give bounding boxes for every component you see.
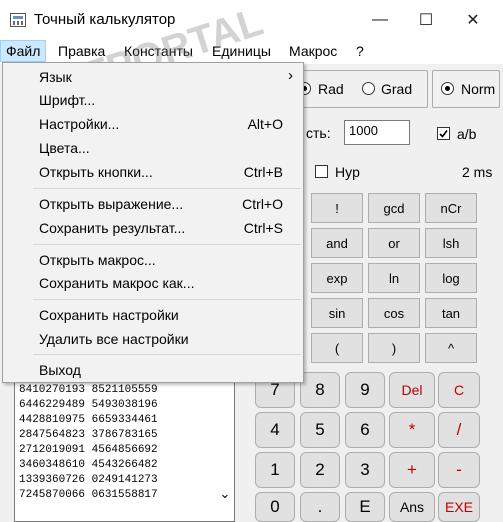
minimize-button[interactable]: — xyxy=(357,0,403,40)
result-line: 2712019091 4564856692 xyxy=(19,444,158,456)
file-menu-dropdown: Язык › Шрифт... Настройки... Alt+O Цвета… xyxy=(2,62,304,383)
menu-save-macro-as-label: Сохранить макрос как... xyxy=(39,275,195,291)
menu-separator xyxy=(33,354,301,355)
ans-button[interactable]: Ans xyxy=(389,492,435,522)
grad-radio[interactable] xyxy=(362,82,375,95)
result-line: 4428810975 6659334461 xyxy=(19,414,158,426)
gcd-button[interactable]: gcd xyxy=(368,193,420,223)
norm-label: Norm xyxy=(461,81,496,97)
menu-delete-all-settings-label: Удалить все настройки xyxy=(39,331,189,347)
power-button[interactable]: ^ xyxy=(425,333,477,363)
menu-delete-all-settings[interactable]: Удалить все настройки xyxy=(3,328,303,351)
menu-separator xyxy=(33,188,301,189)
menu-language-label: Язык xyxy=(39,69,72,85)
menu-separator xyxy=(33,299,301,300)
result-line: 7245870066 0631558817 xyxy=(19,489,158,501)
precision-label: сть: xyxy=(306,125,331,141)
key-9[interactable]: 9 xyxy=(345,372,385,408)
menu-macro[interactable]: Макрос xyxy=(284,40,342,62)
del-button[interactable]: Del xyxy=(389,372,435,408)
menu-open-expression[interactable]: Открыть выражение... Ctrl+O xyxy=(3,193,303,216)
close-paren-button[interactable]: ) xyxy=(368,333,420,363)
result-line: 3460348610 4543266482 xyxy=(19,459,158,471)
menu-exit[interactable]: Выход xyxy=(3,359,303,382)
grad-label: Grad xyxy=(381,81,413,97)
results-area[interactable]: 8410270193 8521105559 6446229489 5493038… xyxy=(14,380,235,522)
decimal-point-button[interactable]: . xyxy=(300,492,340,522)
fraction-label: a/b xyxy=(457,126,477,142)
menu-save-result-shortcut: Ctrl+S xyxy=(243,220,283,236)
result-line: 6446229489 5493038196 xyxy=(19,399,158,411)
clear-button[interactable]: C xyxy=(438,372,480,408)
menu-save-settings-label: Сохранить настройки xyxy=(39,307,179,323)
exp-button[interactable]: exp xyxy=(311,263,363,293)
norm-radio[interactable] xyxy=(441,82,454,95)
menu-language[interactable]: Язык › xyxy=(3,66,303,89)
menu-separator xyxy=(33,244,301,245)
precision-input[interactable]: 1000 xyxy=(344,120,410,145)
menu-open-macro-label: Открыть макрос... xyxy=(39,252,156,268)
and-button[interactable]: and xyxy=(311,228,363,258)
sin-button[interactable]: sin xyxy=(311,298,363,328)
log-button[interactable]: log xyxy=(425,263,477,293)
multiply-button[interactable]: * xyxy=(389,412,435,448)
fraction-checkbox[interactable] xyxy=(437,127,450,140)
result-line: 1339360726 0249141273 xyxy=(19,474,158,486)
key-0[interactable]: 0 xyxy=(255,492,295,522)
menu-settings-label: Настройки... xyxy=(39,116,120,132)
app-icon xyxy=(10,13,26,27)
rad-label: Rad xyxy=(318,81,344,97)
exe-button[interactable]: EXE xyxy=(438,492,480,522)
menu-file[interactable]: Файл xyxy=(0,40,47,62)
menu-open-buttons-shortcut: Ctrl+B xyxy=(243,164,283,180)
menu-save-result[interactable]: Сохранить результат... Ctrl+S xyxy=(3,217,303,240)
window-title: Точный калькулятор xyxy=(34,11,176,28)
key-1[interactable]: 1 xyxy=(255,452,295,488)
key-2[interactable]: 2 xyxy=(300,452,340,488)
divide-button[interactable]: / xyxy=(438,412,480,448)
open-paren-button[interactable]: ( xyxy=(311,333,363,363)
menu-help[interactable]: ? xyxy=(351,40,369,62)
menu-font[interactable]: Шрифт... xyxy=(3,89,303,112)
menu-save-macro-as[interactable]: Сохранить макрос как... xyxy=(3,272,303,295)
key-3[interactable]: 3 xyxy=(345,452,385,488)
key-8[interactable]: 8 xyxy=(300,372,340,408)
factorial-button[interactable]: ! xyxy=(311,193,363,223)
menu-open-expression-label: Открыть выражение... xyxy=(39,196,184,212)
ln-button[interactable]: ln xyxy=(368,263,420,293)
close-button[interactable]: ✕ xyxy=(450,0,496,40)
result-line: 8410270193 8521105559 xyxy=(19,384,158,396)
menu-settings-shortcut: Alt+O xyxy=(247,116,283,132)
exponent-button[interactable]: E xyxy=(345,492,385,522)
scroll-down-icon[interactable]: ⌄ xyxy=(218,487,232,502)
menu-exit-label: Выход xyxy=(39,362,81,378)
key-6[interactable]: 6 xyxy=(345,412,385,448)
menu-colors-label: Цвета... xyxy=(39,140,90,156)
hyp-label: Hyp xyxy=(335,164,360,180)
cos-button[interactable]: cos xyxy=(368,298,420,328)
menu-colors[interactable]: Цвета... xyxy=(3,137,303,160)
chevron-right-icon: › xyxy=(288,67,293,84)
maximize-button[interactable]: ☐ xyxy=(403,0,449,40)
menu-open-expression-shortcut: Ctrl+O xyxy=(242,196,283,212)
menu-settings[interactable]: Настройки... Alt+O xyxy=(3,113,303,136)
menu-open-buttons[interactable]: Открыть кнопки... Ctrl+B xyxy=(3,161,303,184)
checkmark-icon xyxy=(439,130,448,138)
minus-button[interactable]: - xyxy=(438,452,480,488)
timing-label: 2 ms xyxy=(462,164,493,180)
key-4[interactable]: 4 xyxy=(255,412,295,448)
key-5[interactable]: 5 xyxy=(300,412,340,448)
result-line: 2847564823 3786783165 xyxy=(19,429,158,441)
menu-save-result-label: Сохранить результат... xyxy=(39,220,186,236)
or-button[interactable]: or xyxy=(368,228,420,258)
lsh-button[interactable]: lsh xyxy=(425,228,477,258)
ncr-button[interactable]: nCr xyxy=(425,193,477,223)
menu-open-macro[interactable]: Открыть макрос... xyxy=(3,249,303,272)
tan-button[interactable]: tan xyxy=(425,298,477,328)
menu-font-label: Шрифт... xyxy=(39,92,96,108)
hyp-checkbox[interactable] xyxy=(315,165,328,178)
menu-open-buttons-label: Открыть кнопки... xyxy=(39,164,153,180)
plus-button[interactable]: + xyxy=(389,452,435,488)
menu-save-settings[interactable]: Сохранить настройки xyxy=(3,304,303,327)
